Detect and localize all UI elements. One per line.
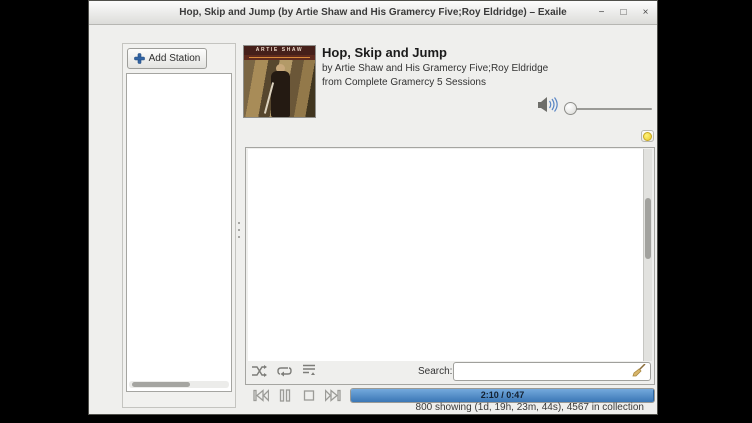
repeat-icon[interactable] [277, 365, 292, 377]
maximize-button[interactable]: □ [618, 7, 629, 18]
status-bar-text: 800 showing (1d, 19h, 23m, 44s), 4567 in… [416, 402, 644, 413]
playlist-notebook: Search: [245, 147, 655, 385]
previous-track-button[interactable] [252, 389, 270, 404]
scrollbar-thumb[interactable] [132, 382, 190, 387]
playlist-footer: Search: [246, 360, 654, 384]
volume-knob[interactable] [564, 102, 577, 115]
titlebar[interactable]: Hop, Skip and Jump (by Artie Shaw and Hi… [89, 1, 657, 25]
shuffle-icon[interactable] [252, 365, 267, 377]
volume-track[interactable] [564, 108, 652, 110]
window-title: Hop, Skip and Jump (by Artie Shaw and Hi… [179, 7, 567, 18]
progress-time-text: 2:10 / 0:47 [351, 389, 654, 402]
pause-button[interactable] [276, 389, 294, 404]
volume-slider[interactable] [564, 102, 652, 115]
station-tree [126, 73, 232, 392]
search-input[interactable] [453, 362, 651, 381]
next-track-button[interactable] [324, 389, 342, 404]
radio-panel: Add Station [122, 43, 236, 408]
add-station-label: Add Station [149, 53, 201, 64]
seek-progress-bar[interactable]: 2:10 / 0:47 [350, 388, 655, 403]
now-playing-title: Hop, Skip and Jump [322, 45, 447, 60]
plus-icon [134, 53, 145, 64]
stop-button[interactable] [300, 389, 318, 404]
panel-splitter-handle[interactable] [238, 222, 240, 238]
album-art-illustration [244, 60, 315, 117]
now-playing-artist: by Artie Shaw and His Gramercy Five;Roy … [322, 63, 548, 74]
minimize-button[interactable]: − [596, 7, 607, 18]
clear-search-broom-icon[interactable] [632, 364, 646, 377]
track-table [248, 149, 643, 361]
album-art-artist-text: ARTIE SHAW [244, 46, 315, 55]
close-button[interactable]: × [640, 7, 651, 18]
add-station-button[interactable]: Add Station [127, 48, 207, 69]
album-art: ARTIE SHAW [243, 45, 316, 118]
search-label: Search: [418, 366, 452, 377]
notification-lamp-icon[interactable] [641, 130, 654, 142]
table-vertical-scrollbar[interactable] [643, 149, 652, 361]
scrollbar-thumb[interactable] [645, 198, 651, 259]
playlist-options [252, 364, 316, 377]
now-playing-album: from Complete Gramercy 5 Sessions [322, 77, 486, 88]
tree-horizontal-scrollbar[interactable] [129, 381, 229, 388]
dynamic-icon[interactable] [302, 364, 316, 377]
window-controls: − □ × [596, 1, 651, 24]
volume-icon[interactable] [538, 96, 558, 118]
exaile-window: Hop, Skip and Jump (by Artie Shaw and Hi… [88, 0, 658, 415]
desktop-background: Hop, Skip and Jump (by Artie Shaw and Hi… [0, 0, 752, 423]
